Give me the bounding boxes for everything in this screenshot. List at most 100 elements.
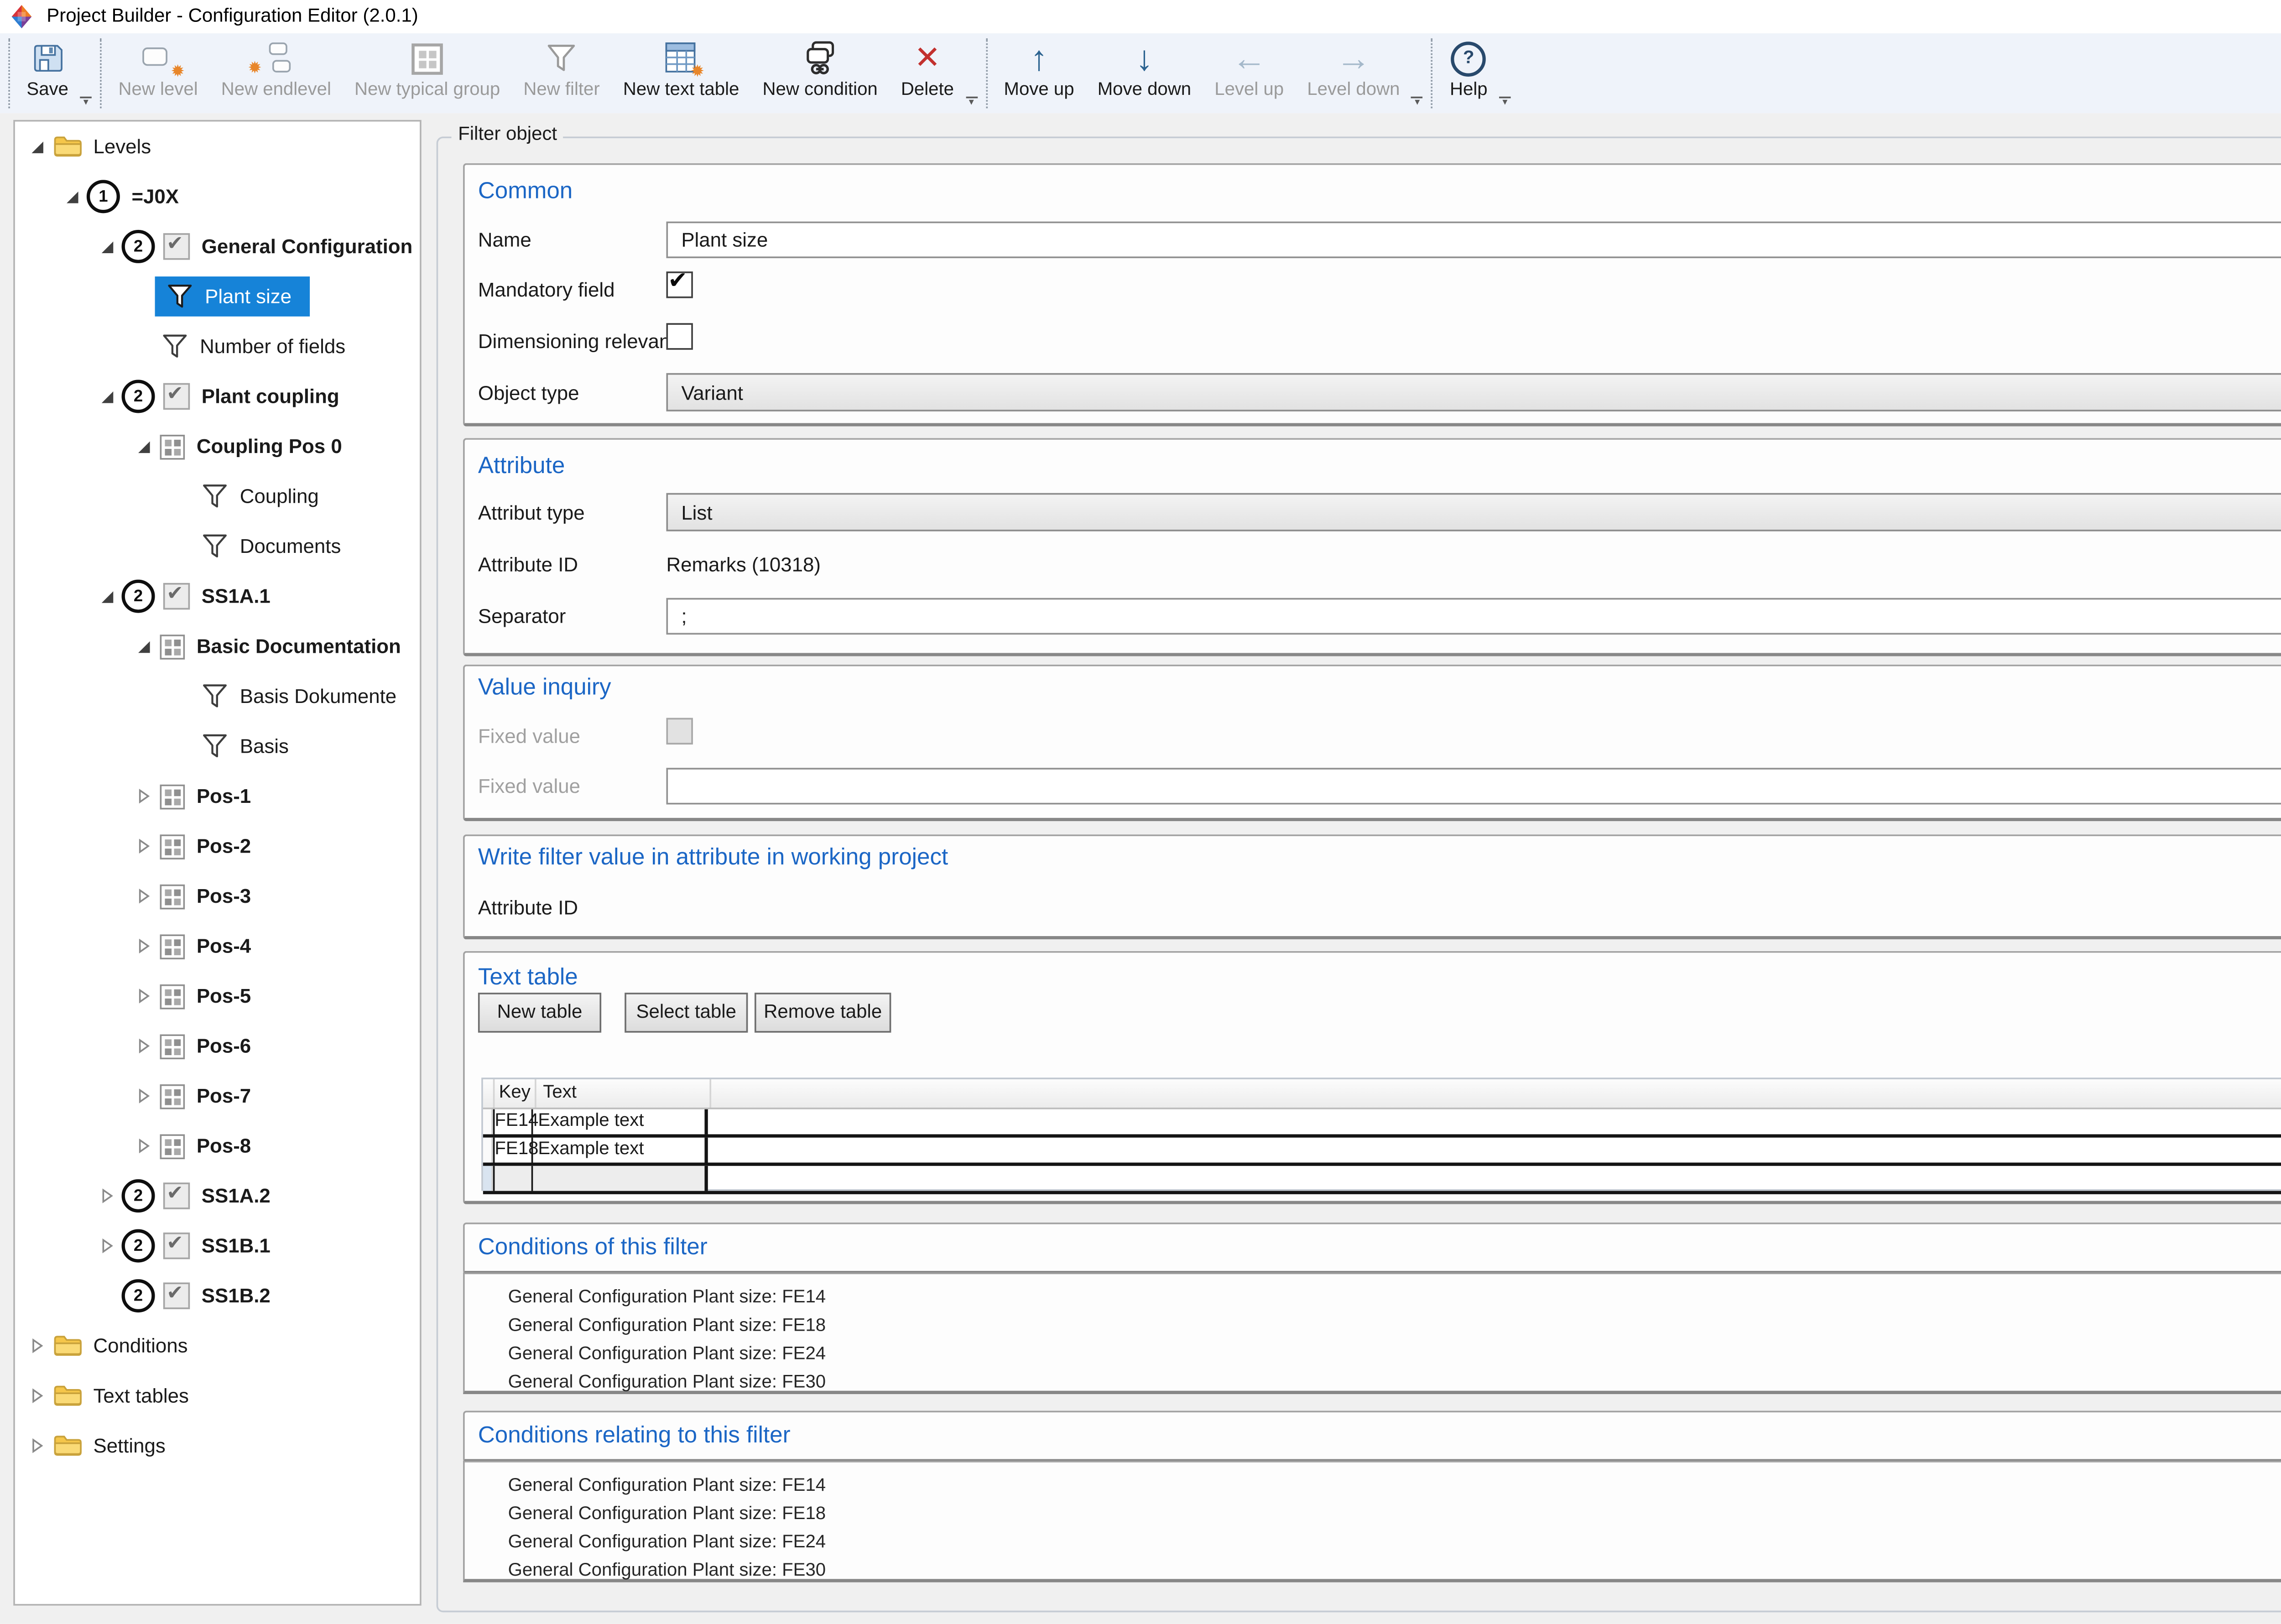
mandatory-field-checkbox[interactable] <box>666 271 693 298</box>
new-level-button[interactable]: ✹ New level <box>107 33 209 113</box>
dimensioning-relevant-checkbox[interactable] <box>666 323 693 349</box>
fixed-value-input[interactable] <box>666 768 2281 804</box>
tree-checkbox-checked[interactable] <box>163 233 190 260</box>
level-down-button[interactable]: → Level down <box>1296 33 1411 113</box>
condition-item[interactable]: General Configuration Plant size: FE30 <box>508 1369 2281 1397</box>
save-button[interactable]: Save <box>15 33 80 113</box>
tree-item-pos-5[interactable]: Pos-5 <box>15 971 420 1021</box>
filter-icon <box>202 733 228 760</box>
new-condition-button[interactable]: New condition <box>751 33 889 113</box>
tree-item-basic-documentation[interactable]: Basic Documentation <box>15 621 420 671</box>
expander-expanded-icon[interactable] <box>98 588 115 605</box>
tree-item-basis[interactable]: Basis <box>15 721 420 771</box>
expander-expanded-icon[interactable] <box>135 438 152 455</box>
expander-collapsed-icon[interactable] <box>135 1088 152 1104</box>
new-table-button[interactable]: New table <box>478 993 601 1033</box>
condition-item[interactable]: General Configuration Plant size: FE24 <box>508 1341 2281 1369</box>
expander-expanded-icon[interactable] <box>135 638 152 655</box>
new-typical-group-button[interactable]: New typical group <box>343 33 511 113</box>
name-input[interactable] <box>666 222 2281 258</box>
help-button[interactable]: ? Help <box>1438 33 1499 113</box>
condition-item[interactable]: General Configuration Plant size: FE18 <box>508 1312 2281 1341</box>
table-row-new[interactable] <box>483 1166 2281 1194</box>
expander-collapsed-icon[interactable] <box>135 788 152 805</box>
condition-item[interactable]: General Configuration Plant size: FE30 <box>508 1557 2281 1586</box>
new-filter-button[interactable]: New filter <box>512 33 611 113</box>
tree-item-levels[interactable]: Levels <box>15 122 420 172</box>
expander-collapsed-icon[interactable] <box>135 938 152 955</box>
expander-expanded-icon[interactable] <box>98 388 115 405</box>
level-dropdown[interactable]: ▾ <box>1411 97 1423 107</box>
condition-item[interactable]: General Configuration Plant size: FE18 <box>508 1501 2281 1529</box>
help-dropdown[interactable]: ▾ <box>1499 97 1511 107</box>
tree-item-basis-dokumente[interactable]: Basis Dokumente <box>15 671 420 721</box>
expander-collapsed-icon[interactable] <box>28 1387 45 1404</box>
expander-collapsed-icon[interactable] <box>135 1138 152 1155</box>
new-endlevel-button[interactable]: ✹ New endlevel <box>209 33 343 113</box>
attribut-type-select[interactable]: List <box>666 493 2281 531</box>
section-title: Value inquiry <box>478 673 611 699</box>
row-selector[interactable] <box>483 1166 493 1191</box>
tree-item-pos-6[interactable]: Pos-6 <box>15 1021 420 1071</box>
new-filter-icon <box>545 36 578 80</box>
table-row[interactable]: FE14 Example text <box>483 1109 2281 1138</box>
tree-item-coupling-pos-0[interactable]: Coupling Pos 0 <box>15 422 420 472</box>
tree-item-pos-2[interactable]: Pos-2 <box>15 821 420 871</box>
tree-checkbox-checked[interactable] <box>163 1182 190 1209</box>
tree-item-conditions[interactable]: Conditions <box>15 1321 420 1371</box>
tree-item-ss1b2[interactable]: 2 SS1B.2 <box>15 1271 420 1321</box>
delete-button[interactable]: ✕ Delete <box>889 33 965 113</box>
save-dropdown[interactable]: ▾ <box>80 97 92 107</box>
delete-icon: ✕ <box>914 42 941 74</box>
object-type-select[interactable]: Variant <box>666 373 2281 411</box>
row-selector[interactable] <box>483 1138 493 1163</box>
tree-checkbox-checked[interactable] <box>163 1282 190 1309</box>
tree-checkbox-checked[interactable] <box>163 583 190 609</box>
new-text-table-button[interactable]: ✹ New text table <box>611 33 751 113</box>
expander-expanded-icon[interactable] <box>63 188 80 205</box>
tree-item-pos-3[interactable]: Pos-3 <box>15 871 420 921</box>
tree-item-documents[interactable]: Documents <box>15 521 420 572</box>
condition-item[interactable]: General Configuration Plant size: FE24 <box>508 1529 2281 1557</box>
tree-item-settings[interactable]: Settings <box>15 1421 420 1471</box>
tree-item-pos-1[interactable]: Pos-1 <box>15 771 420 821</box>
row-selector[interactable] <box>483 1109 493 1135</box>
expander-expanded-icon[interactable] <box>98 238 115 255</box>
tree-item-text-tables[interactable]: Text tables <box>15 1371 420 1421</box>
expander-collapsed-icon[interactable] <box>28 1338 45 1354</box>
tree-item-coupling[interactable]: Coupling <box>15 471 420 521</box>
tree-item-plant-coupling[interactable]: 2 Plant coupling <box>15 371 420 422</box>
tree-item-number-of-fields[interactable]: Number of fields <box>15 322 420 372</box>
expander-collapsed-icon[interactable] <box>135 838 152 855</box>
level-up-button[interactable]: ← Level up <box>1203 33 1296 113</box>
tree-item-general-configuration[interactable]: 2 General Configuration <box>15 222 420 272</box>
tree-item-ss1b1[interactable]: 2 SS1B.1 <box>15 1221 420 1271</box>
expander-expanded-icon[interactable] <box>28 138 45 155</box>
delete-dropdown[interactable]: ▾ <box>966 97 978 107</box>
key-column-header[interactable]: Key <box>495 1079 536 1108</box>
expander-collapsed-icon[interactable] <box>28 1437 45 1454</box>
move-up-button[interactable]: ↑ Move up <box>992 33 1086 113</box>
tree-checkbox-checked[interactable] <box>163 383 190 410</box>
tree-item-ss1a1[interactable]: 2 SS1A.1 <box>15 571 420 621</box>
expander-collapsed-icon[interactable] <box>135 1038 152 1055</box>
tree-item-j0x[interactable]: 1 =J0X <box>15 172 420 222</box>
expander-collapsed-icon[interactable] <box>98 1238 115 1254</box>
condition-item[interactable]: General Configuration Plant size: FE14 <box>508 1284 2281 1312</box>
expander-collapsed-icon[interactable] <box>135 888 152 905</box>
tree-item-pos-4[interactable]: Pos-4 <box>15 921 420 971</box>
tree-item-pos-7[interactable]: Pos-7 <box>15 1071 420 1121</box>
expander-collapsed-icon[interactable] <box>135 988 152 1005</box>
tree-item-ss1a2[interactable]: 2 SS1A.2 <box>15 1171 420 1221</box>
move-down-button[interactable]: ↓ Move down <box>1086 33 1203 113</box>
text-column-header[interactable]: Text <box>536 1079 711 1108</box>
tree-item-plant-size[interactable]: Plant size <box>15 271 420 322</box>
separator-input[interactable] <box>666 598 2281 635</box>
condition-item[interactable]: General Configuration Plant size: FE14 <box>508 1473 2281 1501</box>
tree-checkbox-checked[interactable] <box>163 1233 190 1259</box>
expander-collapsed-icon[interactable] <box>98 1187 115 1204</box>
remove-table-button[interactable]: Remove table <box>755 993 891 1033</box>
select-table-button[interactable]: Select table <box>625 993 748 1033</box>
table-row[interactable]: FE18 Example text <box>483 1138 2281 1166</box>
tree-item-pos-8[interactable]: Pos-8 <box>15 1121 420 1171</box>
